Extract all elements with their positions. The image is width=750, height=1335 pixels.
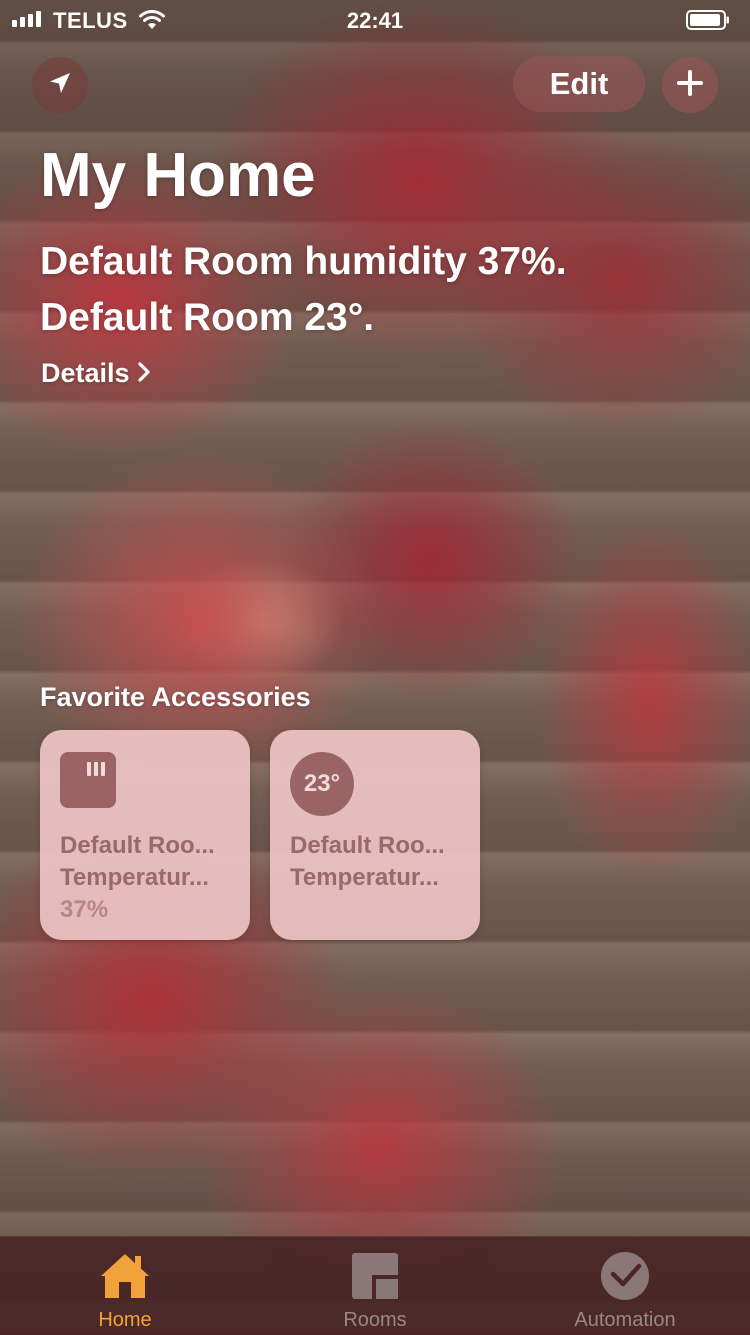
details-label: Details: [41, 358, 130, 388]
plus-icon: [675, 68, 705, 103]
temperature-badge-icon: 23°: [290, 752, 354, 816]
add-button[interactable]: [662, 57, 718, 113]
tab-label: Rooms: [343, 1309, 407, 1331]
chevron-right-icon: [137, 358, 150, 389]
tile-text: Default Roo... Temperatur...: [290, 830, 466, 894]
tab-label: Automation: [574, 1309, 676, 1331]
tab-label: Home: [98, 1309, 152, 1331]
humidity-summary-text: Default Room humidity 37%.: [40, 240, 567, 283]
details-link[interactable]: Details: [41, 358, 150, 389]
tile-room-name: Default Roo...: [60, 832, 215, 859]
tab-rooms[interactable]: Rooms: [250, 1237, 500, 1335]
tab-bar: Home Rooms Automation: [0, 1236, 750, 1335]
tab-home[interactable]: Home: [0, 1237, 250, 1335]
rooms-icon: [347, 1251, 403, 1301]
status-bar: TELUS 22:41: [0, 0, 750, 40]
house-icon: [97, 1251, 153, 1301]
location-button[interactable]: [32, 57, 88, 113]
tab-automation[interactable]: Automation: [500, 1237, 750, 1335]
page-title: My Home: [40, 141, 316, 210]
home-status-summary: Default Room humidity 37%. Default Room …: [40, 234, 567, 346]
tile-text: Default Roo... Temperatur... 37%: [60, 830, 236, 926]
location-arrow-icon: [47, 70, 73, 101]
tile-accessory-type: Temperatur...: [60, 864, 209, 891]
tile-accessory-type: Temperatur...: [290, 864, 439, 891]
clock-check-icon: [597, 1251, 653, 1301]
tile-status-value: 37%: [60, 896, 109, 923]
favorite-accessories-title: Favorite Accessories: [40, 682, 311, 712]
tile-room-name: Default Roo...: [290, 832, 445, 859]
battery-icon: [686, 10, 730, 30]
status-time: 22:41: [346, 8, 404, 33]
accessory-tile-temperature[interactable]: 23° Default Roo... Temperatur...: [270, 730, 480, 940]
edit-button[interactable]: Edit: [513, 56, 645, 112]
temperature-summary-text: Default Room 23°.: [40, 296, 375, 339]
humidity-sensor-icon: [60, 752, 116, 808]
accessory-tile-humidity[interactable]: Default Roo... Temperatur... 37%: [40, 730, 250, 940]
